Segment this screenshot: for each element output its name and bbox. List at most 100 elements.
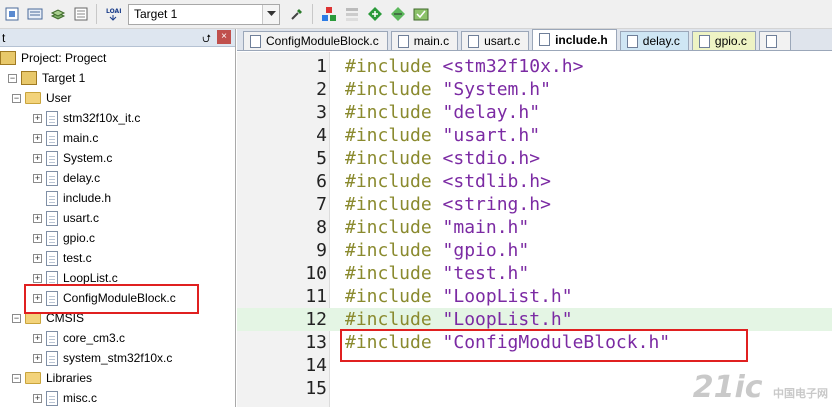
preprocessor-keyword: #include <box>345 171 432 192</box>
project-icon <box>21 71 37 85</box>
preprocessor-keyword: #include <box>345 148 432 169</box>
preprocessor-keyword: #include <box>345 125 432 146</box>
chevron-down-icon[interactable] <box>262 4 279 24</box>
download-icon[interactable] <box>1 3 23 25</box>
tree-item-label: User <box>46 91 72 105</box>
tree-item[interactable]: + stm32f10x_it.c <box>33 108 140 128</box>
collapse-icon[interactable]: − <box>8 73 17 83</box>
code-line[interactable]: 4 #include "usart.h" <box>237 124 832 147</box>
code-editor[interactable]: 1 #include <stm32f10x.h> 2 #include "System… <box>237 52 832 407</box>
code-line[interactable]: 11 #include "LoopList.h" <box>237 285 832 308</box>
expand-icon[interactable]: + <box>33 393 42 403</box>
tree-item[interactable]: + test.c <box>33 248 92 268</box>
editor-tab[interactable]: gpio.c <box>691 31 756 50</box>
expand-icon[interactable]: + <box>33 253 42 263</box>
target-select[interactable]: Target 1 <box>128 3 280 25</box>
expand-icon[interactable]: + <box>33 113 42 123</box>
expand-icon[interactable]: + <box>33 273 42 283</box>
line-number: 11 <box>305 286 327 307</box>
tree-item-label: core_cm3.c <box>63 331 126 345</box>
line-number: 2 <box>316 79 327 100</box>
rebuild-icon[interactable] <box>47 3 69 25</box>
tree-item[interactable]: − Libraries <box>12 368 92 388</box>
tree-item[interactable]: + main.c <box>33 128 98 148</box>
code-line[interactable]: 2 #include "System.h" <box>237 78 832 101</box>
manage-components-icon[interactable] <box>318 3 340 25</box>
pin-icon[interactable]: ⮍ <box>202 30 211 49</box>
tree-item[interactable]: + delay.c <box>33 168 100 188</box>
include-path: "usart.h" <box>431 125 541 146</box>
code-text: #include "main.h" <box>345 216 529 239</box>
expand-icon[interactable]: + <box>33 153 42 163</box>
line-number: 6 <box>316 171 327 192</box>
tree-item[interactable]: Project: Progect <box>0 48 106 68</box>
editor-tab[interactable]: ConfigModuleBlock.c <box>243 31 388 50</box>
code-line[interactable]: 5 #include <stdio.h> <box>237 147 832 170</box>
tree-item[interactable]: include.h <box>33 188 111 208</box>
editor-tab[interactable] <box>758 31 791 50</box>
tree-item[interactable]: + System.c <box>33 148 112 168</box>
tree-item[interactable]: + core_cm3.c <box>33 328 125 348</box>
expand-icon[interactable]: + <box>33 133 42 143</box>
tree-item[interactable]: + gpio.c <box>33 228 95 248</box>
pack-installer-icon[interactable] <box>364 3 386 25</box>
code-text: #include "usart.h" <box>345 124 540 147</box>
tree-item[interactable]: + usart.c <box>33 208 99 228</box>
tree-item[interactable]: + system_stm32f10x.c <box>33 348 172 368</box>
expand-icon[interactable]: + <box>33 353 42 363</box>
select-packs-icon[interactable] <box>387 3 409 25</box>
collapse-icon[interactable]: − <box>12 93 21 103</box>
collapse-icon[interactable]: − <box>12 313 21 323</box>
close-icon[interactable]: × <box>217 30 231 44</box>
code-line[interactable]: 7 #include <string.h> <box>237 193 832 216</box>
code-line[interactable]: 10 #include "test.h" <box>237 262 832 285</box>
code-line[interactable]: 12 #include "LoopList.h" <box>237 308 832 331</box>
line-number: 15 <box>305 378 327 399</box>
preprocessor-keyword: #include <box>345 194 432 215</box>
file-extensions-icon[interactable] <box>341 3 363 25</box>
tree-item-label: test.c <box>63 251 92 265</box>
watermark-main: 21ic <box>692 370 763 405</box>
include-path: "System.h" <box>431 79 551 100</box>
expand-icon[interactable]: + <box>33 173 42 183</box>
load-icon[interactable]: LOAD <box>102 3 124 25</box>
collapse-icon[interactable]: − <box>12 373 21 383</box>
include-path: <stdlib.h> <box>431 171 551 192</box>
pack-settings-icon[interactable] <box>410 3 432 25</box>
project-panel-header: t ⮍ × <box>0 29 235 47</box>
build-icon[interactable] <box>24 3 46 25</box>
target-options-icon[interactable] <box>286 3 308 25</box>
code-line[interactable]: 3 #include "delay.h" <box>237 101 832 124</box>
tree-item-label: Target 1 <box>42 71 86 85</box>
expand-icon[interactable]: + <box>33 333 42 343</box>
code-line[interactable]: 9 #include "gpio.h" <box>237 239 832 262</box>
batch-build-icon[interactable] <box>70 3 92 25</box>
expand-icon[interactable]: + <box>33 213 42 223</box>
code-text: #include "System.h" <box>345 78 551 101</box>
editor-tab[interactable]: include.h <box>532 29 617 50</box>
editor-tab[interactable]: delay.c <box>619 31 689 50</box>
code-text: #include "LoopList.h" <box>345 285 573 308</box>
code-line[interactable]: 1 #include <stm32f10x.h> <box>237 55 832 78</box>
line-number: 13 <box>305 332 327 353</box>
editor-tab[interactable]: usart.c <box>461 31 530 50</box>
highlight-box-tree <box>24 284 199 314</box>
tree-item[interactable]: − User <box>12 88 71 108</box>
tree-item[interactable]: − Target 1 <box>8 68 85 88</box>
tree-item-label: delay.c <box>63 171 101 185</box>
editor-tab[interactable]: main.c <box>390 31 459 50</box>
code-line[interactable]: 8 #include "main.h" <box>237 216 832 239</box>
file-icon <box>46 230 58 246</box>
tree-item-label: main.c <box>63 131 99 145</box>
code-text: #include <stm32f10x.h> <box>345 55 583 78</box>
line-number: 12 <box>305 309 327 330</box>
code-text: #include <stdlib.h> <box>345 170 551 193</box>
preprocessor-keyword: #include <box>345 79 432 100</box>
tree-item[interactable]: + misc.c <box>33 388 97 407</box>
editor-tab-label: main.c <box>413 34 450 48</box>
file-icon <box>46 130 58 146</box>
expand-icon[interactable]: + <box>33 233 42 243</box>
code-text: #include "LoopList.h" <box>345 308 573 331</box>
code-line[interactable]: 6 #include <stdlib.h> <box>237 170 832 193</box>
preprocessor-keyword: #include <box>345 263 432 284</box>
